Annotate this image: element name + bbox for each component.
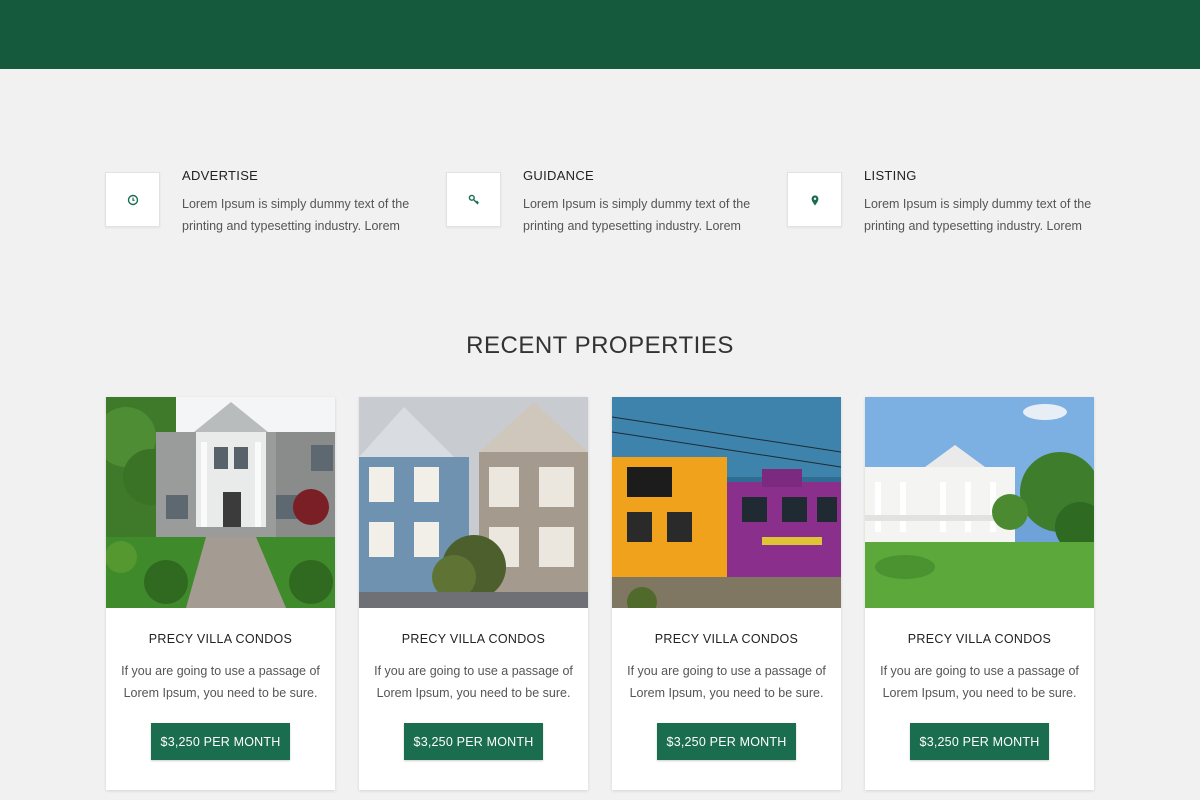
- top-header-bar: [0, 0, 1200, 69]
- white-mansion-photo: [865, 397, 1094, 608]
- card-title: PRECY VILLA CONDOS: [654, 632, 799, 646]
- map-pin-icon: [811, 194, 818, 205]
- colorful-houses-photo: [612, 397, 841, 608]
- property-card: PRECY VILLA CONDOS If you are going to u…: [865, 397, 1094, 790]
- suburban-house-photo: [106, 397, 335, 608]
- card-title: PRECY VILLA CONDOS: [907, 632, 1052, 646]
- feature-text: Lorem Ipsum is simply dummy text of the …: [864, 197, 1092, 233]
- card-text: If you are going to use a passage of Lor…: [880, 664, 1079, 700]
- price-button[interactable]: $3,250 PER MONTH: [404, 723, 543, 760]
- property-card: PRECY VILLA CONDOS If you are going to u…: [106, 397, 335, 790]
- card-text: If you are going to use a passage of Lor…: [627, 664, 826, 700]
- property-card: PRECY VILLA CONDOS If you are going to u…: [359, 397, 588, 790]
- feature-title: GUIDANCE: [523, 168, 595, 183]
- property-card: PRECY VILLA CONDOS If you are going to u…: [612, 397, 841, 790]
- card-text: If you are going to use a passage of Lor…: [121, 664, 320, 700]
- price-button[interactable]: $3,250 PER MONTH: [657, 723, 796, 760]
- feature-icon-box: [105, 172, 160, 227]
- clock-icon: [127, 194, 138, 205]
- feature-title: LISTING: [864, 168, 917, 183]
- feature-title: ADVERTISE: [182, 168, 259, 183]
- card-title: PRECY VILLA CONDOS: [401, 632, 546, 646]
- feature-icon-box: [787, 172, 842, 227]
- section-title: RECENT PROPERTIES: [466, 332, 734, 359]
- feature-text: Lorem Ipsum is simply dummy text of the …: [523, 197, 751, 233]
- victorian-houses-photo: [359, 397, 588, 608]
- price-button[interactable]: $3,250 PER MONTH: [151, 723, 290, 760]
- card-title: PRECY VILLA CONDOS: [148, 632, 293, 646]
- feature-text: Lorem Ipsum is simply dummy text of the …: [182, 197, 410, 233]
- feature-icon-box: [446, 172, 501, 227]
- price-button[interactable]: $3,250 PER MONTH: [910, 723, 1049, 760]
- key-icon: [468, 194, 479, 204]
- card-text: If you are going to use a passage of Lor…: [374, 664, 573, 700]
